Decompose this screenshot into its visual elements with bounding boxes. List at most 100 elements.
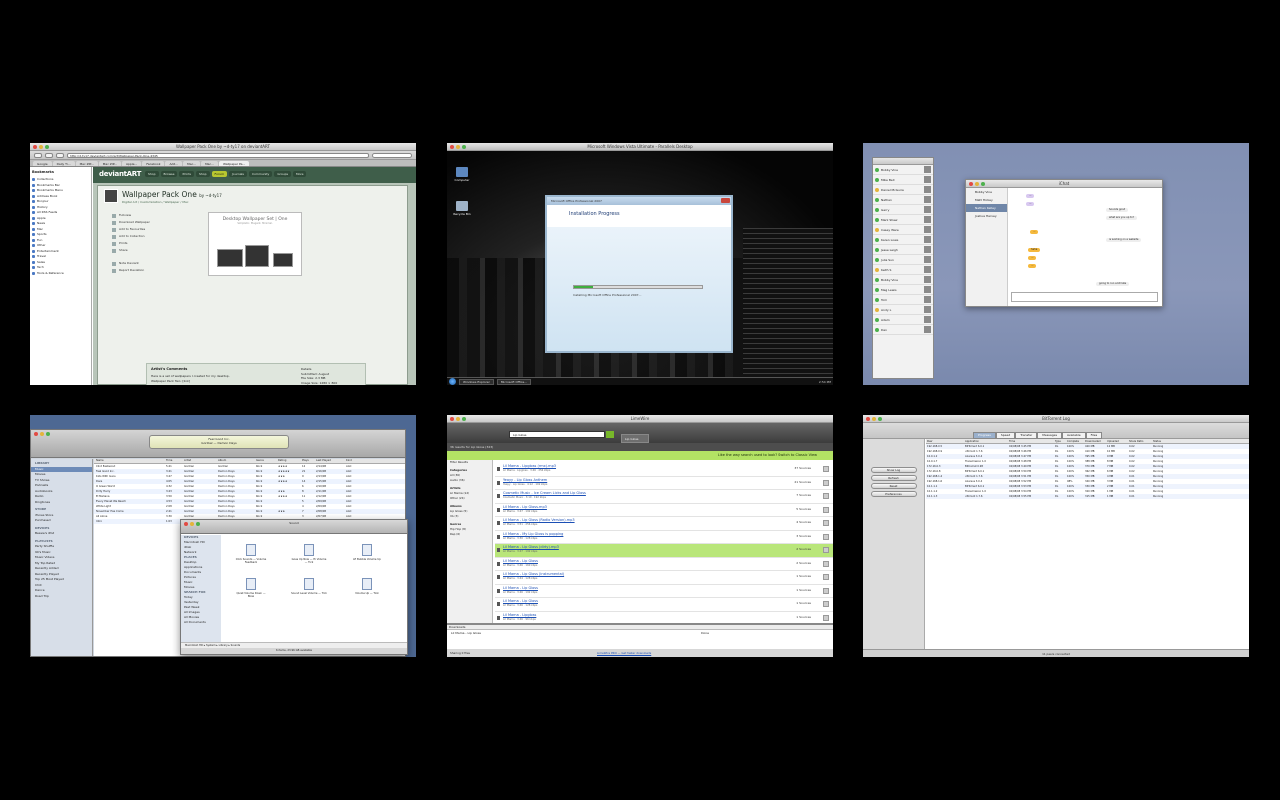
- search-tab[interactable]: Lip Gloss: [621, 434, 649, 443]
- download-button[interactable]: [823, 479, 829, 486]
- search-go-button[interactable]: [606, 431, 614, 438]
- download-button[interactable]: [823, 547, 829, 553]
- buddy-row[interactable]: Jesse Leigh: [873, 245, 933, 255]
- download-button[interactable]: [823, 574, 829, 580]
- column-header[interactable]: Application: [964, 439, 1008, 443]
- download-button[interactable]: [823, 493, 829, 499]
- browser-tab[interactable]: Add...: [165, 161, 183, 166]
- source-item[interactable]: Road Trip: [31, 594, 92, 600]
- buddy-row[interactable]: Meg Lewis: [873, 285, 933, 295]
- start-button[interactable]: [449, 378, 456, 385]
- download-button[interactable]: [823, 587, 829, 594]
- browser-tab[interactable]: Mac ZIP...: [75, 161, 98, 166]
- column-header[interactable]: Status: [1152, 439, 1186, 443]
- buddy-row[interactable]: Mark Shaw: [873, 215, 933, 225]
- close-icon[interactable]: [721, 198, 730, 203]
- result-row[interactable]: Lil Mama - Lip Gloss Lil Mama · 3:46 · 16…: [495, 558, 833, 571]
- result-row[interactable]: Lil Mama - Lip Gloss Lil Mama · 3:46 · 19…: [495, 585, 833, 598]
- download-button[interactable]: [823, 601, 829, 607]
- search-input[interactable]: Lip Gloss: [509, 431, 605, 438]
- filter-item[interactable]: Rap (6): [447, 532, 492, 537]
- chat-window-thumbnail[interactable]: Bobby Vine Mike Bell Daniel McGuire Nathan G…: [863, 143, 1249, 385]
- result-row[interactable]: Lil Mama - Lipgloss (rmx).mp3 Lil Mama · …: [495, 463, 833, 477]
- view-segment[interactable]: Speed: [995, 432, 1016, 439]
- deviation-action[interactable]: Fullview: [112, 212, 182, 219]
- address-field[interactable]: http://d-ty17.deviantart.com/art/Wallpap…: [67, 152, 369, 158]
- column-header[interactable]: Type: [1054, 439, 1066, 443]
- deviation-action[interactable]: Add to Collection: [112, 233, 182, 240]
- filter-item[interactable]: Audio (36): [447, 478, 492, 483]
- buddy-row[interactable]: Nathan: [873, 195, 933, 205]
- column-header[interactable]: Name: [94, 459, 164, 463]
- site-nav-item[interactable]: Forum: [211, 171, 228, 177]
- taskbar-item[interactable]: Microsoft Office...: [496, 378, 532, 385]
- breadcrumb[interactable]: Digital Art / Customization / Wallpaper …: [122, 200, 188, 204]
- deviation-action[interactable]: Report Deviation: [112, 267, 182, 274]
- art-author[interactable]: by ~d-ty17: [199, 193, 222, 198]
- browser-tab[interactable]: Daily Ti...: [52, 161, 75, 166]
- source-item[interactable]: Bessie's iPod: [31, 531, 92, 537]
- deviation-action[interactable]: Download Wallpaper: [112, 219, 182, 226]
- taskbar-item[interactable]: Windows Explorer: [459, 378, 494, 385]
- browser-tab[interactable]: Mac ZIP...: [98, 161, 121, 166]
- sound-file-icon[interactable]: LE Bubble Volume Up: [349, 544, 385, 561]
- search-field[interactable]: [372, 152, 412, 158]
- view-segment[interactable]: Messages: [1037, 432, 1063, 439]
- browser-tab[interactable]: Facebook: [142, 161, 165, 166]
- download-button[interactable]: [823, 466, 829, 472]
- source-item[interactable]: Purchased: [31, 518, 92, 524]
- download-item[interactable]: Lil Mama - Lip Gloss: [451, 631, 481, 635]
- download-button[interactable]: [823, 533, 829, 540]
- column-header[interactable]: Album: [216, 459, 254, 463]
- download-button[interactable]: [823, 520, 829, 526]
- back-button[interactable]: [34, 152, 42, 158]
- site-nav-item[interactable]: More: [293, 171, 307, 177]
- chat-participant[interactable]: Bobby Vine: [966, 188, 1007, 196]
- browser-tab[interactable]: Wallpaper Pa...: [219, 161, 250, 166]
- result-row[interactable]: Yeayy - Lip Gloss Anthem Yeayy · Lip Glos…: [495, 477, 833, 490]
- itunes-window-thumbnail[interactable]: Feel Good Inc. Gorillaz — Demon Days LIB…: [30, 415, 416, 657]
- sound-file-icon[interactable]: Quiet Volume Down — Blow: [233, 578, 269, 598]
- buddy-row[interactable]: Gerry: [873, 205, 933, 215]
- result-row[interactable]: Lil Mama - Lip Gloss (instrumental) Lil M…: [495, 571, 833, 585]
- pro-upgrade-link[interactable]: LimeWire PRO — Get faster downloads: [597, 649, 651, 657]
- view-segment[interactable]: Progress: [973, 432, 996, 439]
- sidebar-button[interactable]: Preferences: [870, 491, 917, 497]
- column-header[interactable]: Rating: [276, 459, 300, 463]
- site-nav-item[interactable]: Community: [248, 171, 273, 177]
- limewire-window-thumbnail[interactable]: LimeWire Lip Gloss Lip Gloss 36 results …: [447, 415, 833, 657]
- column-header[interactable]: Kind: [344, 459, 364, 463]
- result-row[interactable]: Lil Mama - Lip Gloss.mp3 Lil Mama · 3:47 …: [495, 504, 833, 517]
- column-header[interactable]: Share Ratio: [1128, 439, 1152, 443]
- avatar[interactable]: [104, 189, 118, 203]
- browser-tab[interactable]: Google: [33, 161, 52, 166]
- finder-sidebar-item[interactable]: All Documents: [181, 620, 221, 625]
- site-nav-item[interactable]: Browse: [160, 171, 178, 177]
- wallpaper-preview[interactable]: Desktop Wallpaper Set | One Simplistic. …: [208, 212, 302, 276]
- view-segment[interactable]: Available: [1062, 432, 1086, 439]
- column-header[interactable]: Time: [164, 459, 182, 463]
- forward-button[interactable]: [45, 152, 53, 158]
- column-header[interactable]: Complete: [1066, 439, 1084, 443]
- sidebar-button[interactable]: Reset: [870, 483, 917, 489]
- result-row[interactable]: Lil Mama - Lip Gloss Lil Mama · 3:46 · 12…: [495, 598, 833, 612]
- column-header[interactable]: Artist: [182, 459, 216, 463]
- site-nav-item[interactable]: Shop: [195, 171, 210, 177]
- site-nav-item[interactable]: Journals: [229, 171, 247, 177]
- buddy-row[interactable]: Bobby Vine: [873, 165, 933, 175]
- column-header[interactable]: Downloaded: [1084, 439, 1106, 443]
- result-row[interactable]: Cosmetic Music - Ice Cream Licks and Lip…: [495, 490, 833, 504]
- column-header[interactable]: Genre: [254, 459, 276, 463]
- buddy-row[interactable]: Daniel McGuire: [873, 185, 933, 195]
- result-row[interactable]: Lil Mama - Lip Gloss (Radio Version).mp3…: [495, 517, 833, 531]
- bittorrent-window-thumbnail[interactable]: BitTorrent Log Progress Speed Transfer Mess…: [863, 415, 1249, 657]
- sound-file-icon[interactable]: Sound Level Volume — Tick: [291, 578, 327, 595]
- filter-item[interactable]: Filter Results: [447, 460, 492, 465]
- buddy-row[interactable]: Adam: [873, 315, 933, 325]
- sound-file-icon[interactable]: Goes Up Now — Hi Volume — Tick: [291, 544, 327, 564]
- download-button[interactable]: [823, 506, 829, 513]
- column-header[interactable]: Plays: [300, 459, 314, 463]
- buddy-row[interactable]: Bobby Vine: [873, 275, 933, 285]
- deviantart-logo[interactable]: deviantART: [99, 170, 141, 178]
- column-header[interactable]: Peer: [926, 439, 964, 443]
